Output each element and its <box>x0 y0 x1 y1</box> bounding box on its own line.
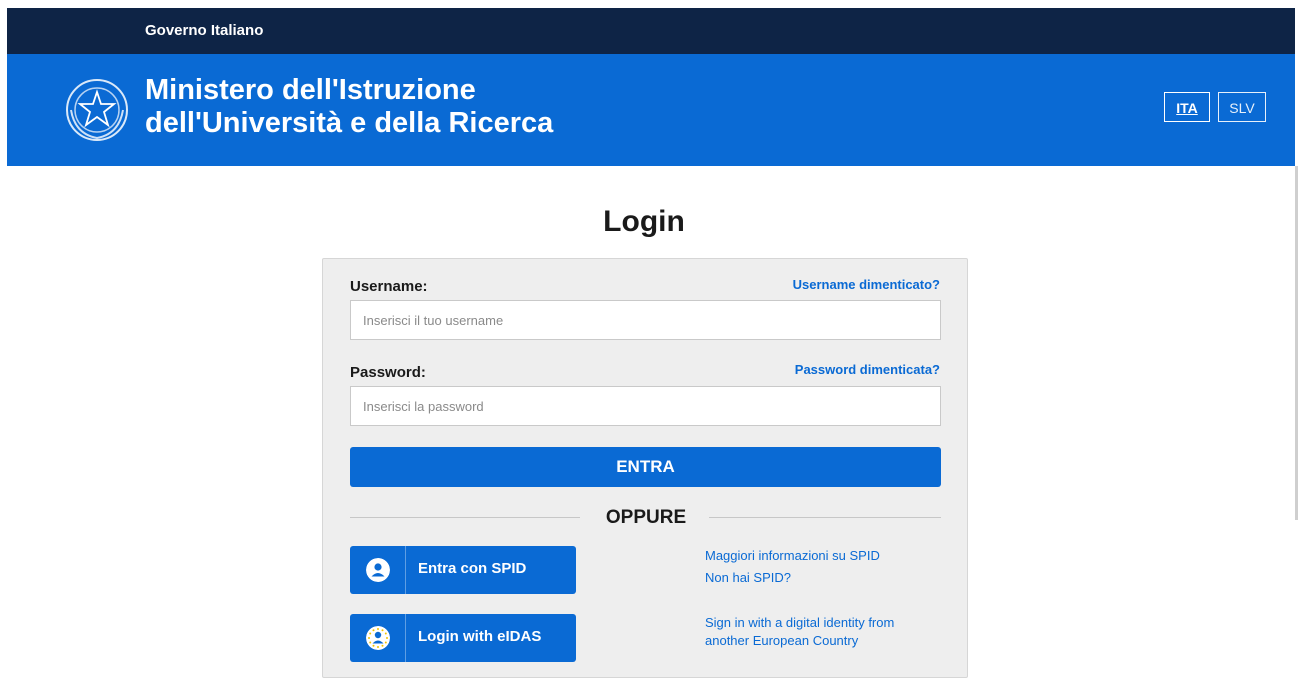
spid-icon-area <box>350 546 406 594</box>
government-label[interactable]: Governo Italiano <box>145 22 263 39</box>
no-spid-link[interactable]: Non hai SPID? <box>705 569 791 587</box>
login-submit-button[interactable]: ENTRA <box>350 447 941 487</box>
eidas-button-label: Login with eIDAS <box>418 628 542 645</box>
password-forgot-link[interactable]: Password dimenticata? <box>795 362 940 377</box>
site-header: Ministero dell'Istruzione dell'Universit… <box>7 54 1295 166</box>
ministry-title[interactable]: Ministero dell'Istruzione dell'Universit… <box>145 74 553 140</box>
page-title: Login <box>603 205 685 238</box>
eidas-eu-icon <box>366 626 390 650</box>
language-slv-button[interactable]: SLV <box>1218 92 1266 122</box>
eidas-info-line2: another European Country <box>705 633 859 648</box>
italian-emblem-icon <box>66 79 128 141</box>
ministry-title-line2: dell'Università e della Ricerca <box>145 107 554 139</box>
oppure-label: OPPURE <box>605 507 687 528</box>
language-ita-button[interactable]: ITA <box>1164 92 1210 122</box>
spid-user-icon <box>366 558 390 582</box>
username-label: Username: <box>350 278 428 295</box>
username-forgot-link[interactable]: Username dimenticato? <box>793 277 940 292</box>
login-card: Username: Username dimenticato? Password… <box>322 258 968 678</box>
divider-left <box>350 517 580 518</box>
eidas-info-link[interactable]: Sign in with a digital identity from ano… <box>705 614 894 650</box>
password-label: Password: <box>350 364 426 381</box>
eidas-info-line1: Sign in with a digital identity from <box>705 615 895 630</box>
spid-login-button[interactable]: Entra con SPID <box>350 546 576 594</box>
spid-button-label: Entra con SPID <box>418 560 527 577</box>
divider-right <box>709 517 941 518</box>
government-top-bar: Governo Italiano <box>7 8 1295 54</box>
eidas-login-button[interactable]: Login with eIDAS <box>350 614 576 662</box>
eidas-icon-area <box>350 614 406 662</box>
username-input[interactable] <box>350 300 941 340</box>
spid-info-link[interactable]: Maggiori informazioni su SPID <box>705 547 880 565</box>
password-input[interactable] <box>350 386 941 426</box>
ministry-title-line1: Ministero dell'Istruzione <box>145 74 476 106</box>
